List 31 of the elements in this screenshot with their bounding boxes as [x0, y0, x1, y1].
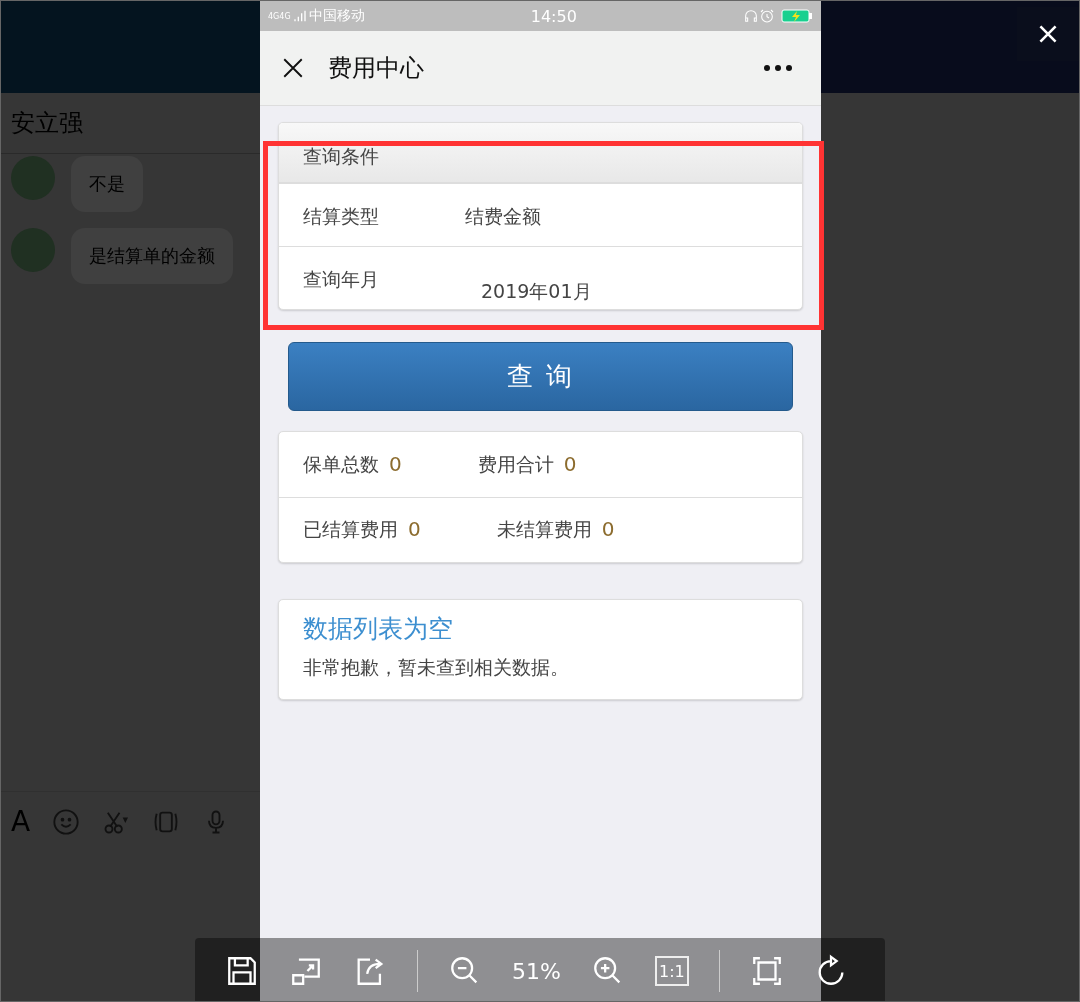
field-value[interactable]: 结费金额 — [465, 184, 541, 246]
empty-title: 数据列表为空 — [303, 613, 454, 645]
more-icon — [763, 64, 793, 72]
query-button[interactable]: 查 询 — [288, 342, 793, 411]
empty-message: 非常抱歉，暂未查到相关数据。 — [303, 655, 570, 680]
card-header: 查询条件 — [279, 123, 802, 183]
field-label: 查询年月 — [303, 267, 380, 292]
stat-label: 费用合计 — [477, 452, 554, 475]
stat-value: 0 — [408, 517, 421, 541]
stat-value: 0 — [601, 517, 615, 541]
network-label: 4G — [268, 11, 280, 21]
network-label: 4G — [279, 11, 291, 21]
headphones-icon — [743, 8, 759, 24]
stat-label: 未结算费用 — [496, 518, 592, 540]
stat-value: 0 — [389, 451, 402, 476]
zoom-level: 51% — [512, 958, 561, 984]
chat-message: 是结算单的金额 — [71, 228, 233, 284]
chat-message: 不是 — [71, 156, 143, 212]
save-button[interactable] — [225, 954, 259, 988]
field-label: 结算类型 — [303, 204, 380, 229]
page-title: 费用中心 — [328, 53, 424, 84]
stat-label: 保单总数 — [303, 452, 379, 475]
battery-icon — [781, 9, 813, 23]
more-button[interactable] — [763, 64, 793, 72]
stat-value: 0 — [563, 451, 577, 476]
actual-size-button[interactable]: 1:1 — [654, 956, 689, 986]
stat-label: 已结算费用 — [303, 518, 398, 540]
alarm-icon — [759, 8, 775, 24]
carrier-name: 中国移动 — [308, 7, 365, 25]
field-value[interactable]: 2019年01月 — [481, 247, 592, 309]
status-time: 14:50 — [530, 6, 577, 26]
